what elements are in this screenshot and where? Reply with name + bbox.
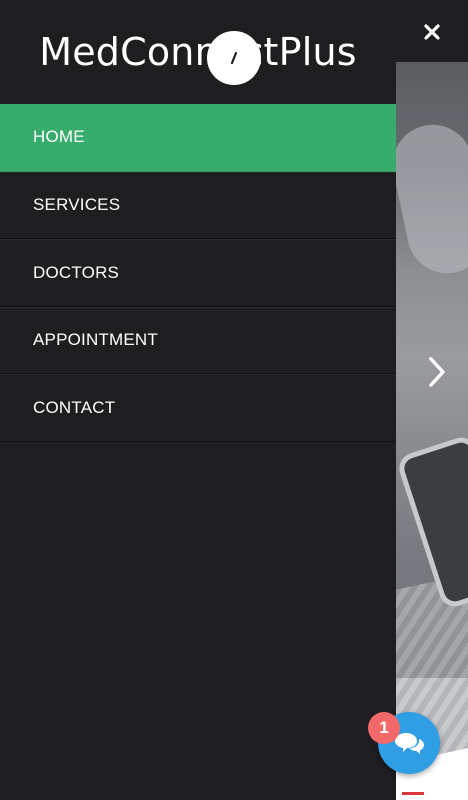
brand-title[interactable]: MedConnectPlus xyxy=(39,30,357,74)
menu-item-label: DOCTORS xyxy=(33,262,120,282)
menu-item-appointment[interactable]: APPOINTMENT xyxy=(0,306,396,374)
menu-item-label: HOME xyxy=(33,127,85,147)
menu-item-label: APPOINTMENT xyxy=(33,330,158,350)
navigation-drawer: MedConnectPlus HOME SERVICES DOCTORS APP… xyxy=(0,0,396,800)
main-menu: HOME SERVICES DOCTORS APPOINTMENT CONTAC… xyxy=(0,104,396,442)
background-page xyxy=(396,0,468,800)
menu-item-contact[interactable]: CONTACT xyxy=(0,374,396,442)
cursor-mark-icon xyxy=(230,51,238,65)
touch-indicator xyxy=(207,31,261,85)
menu-item-home[interactable]: HOME xyxy=(0,104,396,172)
accent-line xyxy=(402,792,424,795)
menu-item-label: CONTACT xyxy=(33,397,116,417)
chevron-right-icon xyxy=(429,357,445,387)
close-menu-button[interactable] xyxy=(414,16,450,48)
menu-item-label: SERVICES xyxy=(33,195,121,215)
background-top-bar xyxy=(396,0,468,62)
menu-item-services[interactable]: SERVICES xyxy=(0,171,396,239)
chat-notification-badge: 1 xyxy=(368,712,400,744)
brand-header: MedConnectPlus xyxy=(0,0,396,104)
hero-image-detail xyxy=(396,117,468,281)
slider-next-button[interactable] xyxy=(424,352,450,392)
close-icon xyxy=(424,24,440,40)
menu-item-doctors[interactable]: DOCTORS xyxy=(0,239,396,307)
